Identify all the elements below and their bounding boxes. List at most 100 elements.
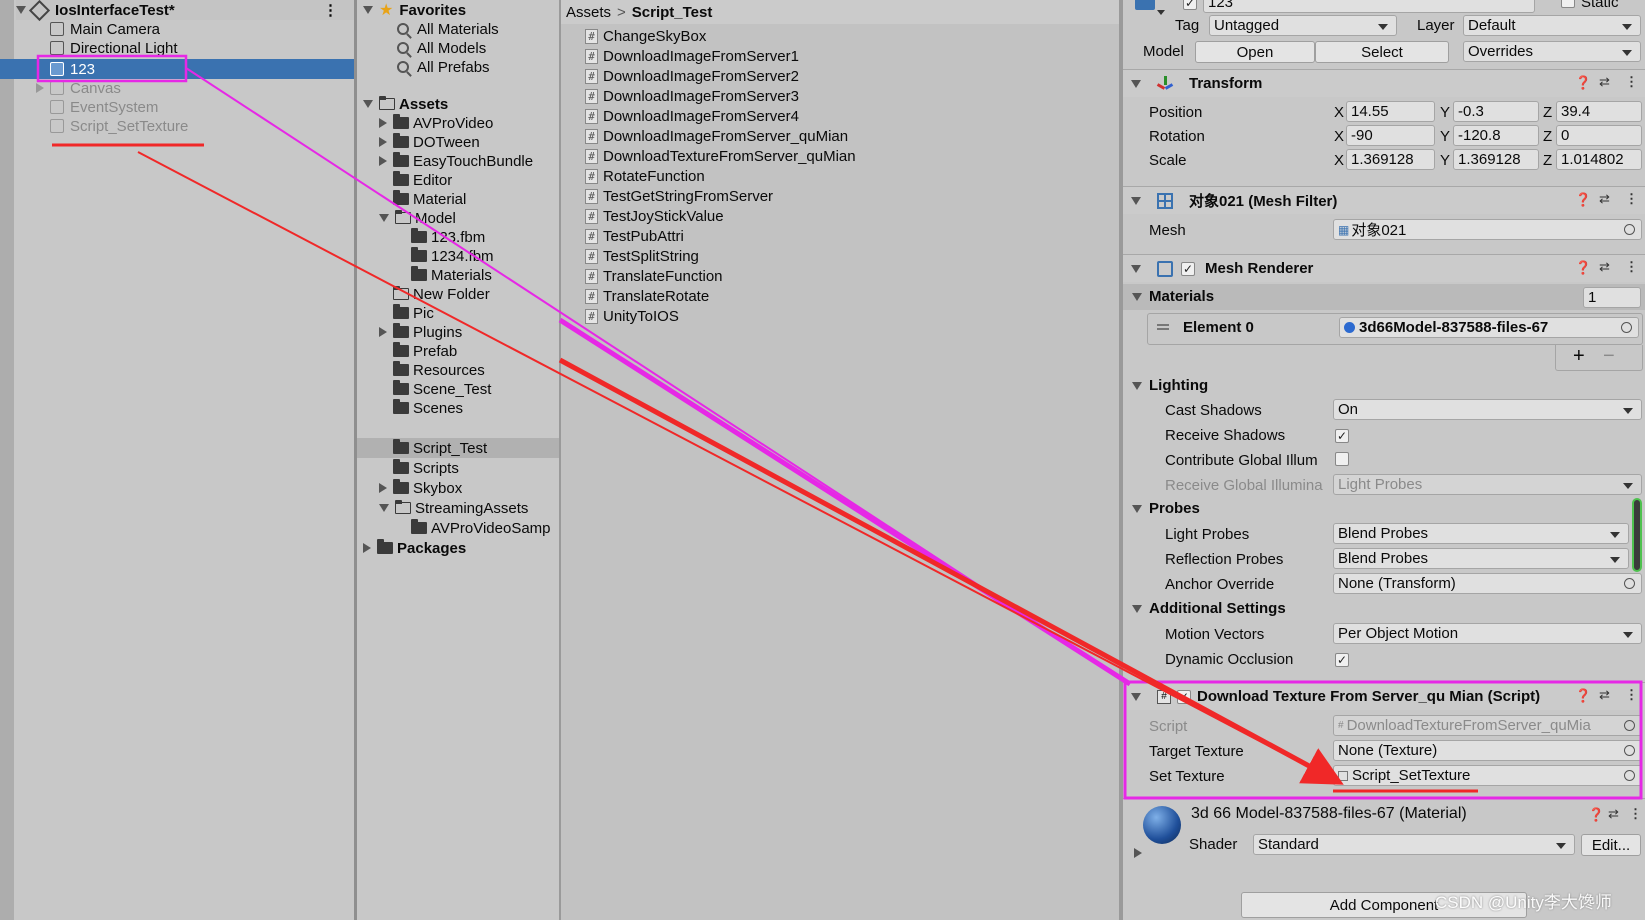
static-checkbox[interactable] bbox=[1561, 0, 1575, 12]
reflection-probes-dropdown[interactable]: Blend Probes bbox=[1333, 548, 1629, 569]
hierarchy-item-script-settexture[interactable]: Script_SetTexture bbox=[50, 116, 188, 136]
edit-shader-button[interactable]: Edit... bbox=[1581, 834, 1641, 856]
folder-model[interactable]: Model bbox=[363, 208, 456, 228]
axis-y-label[interactable]: Y bbox=[1440, 152, 1450, 169]
shader-dropdown[interactable]: Standard bbox=[1253, 834, 1575, 855]
axis-z-label[interactable]: Z bbox=[1543, 152, 1552, 169]
hierarchy-item-canvas[interactable]: Canvas bbox=[36, 78, 121, 98]
element-0-object-field[interactable]: 3d66Model-837588-files-67 bbox=[1339, 317, 1639, 338]
open-button[interactable]: Open bbox=[1195, 41, 1315, 63]
expand-arrow-icon[interactable] bbox=[363, 100, 373, 108]
set-texture-field[interactable]: Script_SetTexture bbox=[1333, 765, 1642, 786]
kebab-menu-icon[interactable]: ⋮ bbox=[1625, 687, 1638, 703]
expand-arrow-icon[interactable] bbox=[379, 118, 387, 128]
presets-icon[interactable]: ⇄ bbox=[1599, 687, 1610, 703]
cast-shadows-dropdown[interactable]: On bbox=[1333, 399, 1642, 420]
remove-element-button[interactable]: − bbox=[1603, 345, 1615, 368]
kebab-menu-icon[interactable]: ⋮ bbox=[323, 1, 338, 19]
scene-header-row[interactable]: IosInterfaceTest* ⋮ bbox=[16, 0, 354, 21]
kebab-menu-icon[interactable]: ⋮ bbox=[1629, 806, 1642, 822]
expand-arrow-icon[interactable] bbox=[379, 137, 387, 147]
enabled-checkbox[interactable]: ✓ bbox=[1177, 689, 1191, 704]
help-icon[interactable]: ❓ bbox=[1575, 688, 1591, 704]
file-item[interactable]: # RotateFunction bbox=[585, 166, 705, 186]
folder-streamingassets[interactable]: StreamingAssets bbox=[363, 498, 528, 518]
dynamic-occlusion-checkbox[interactable]: ✓ bbox=[1335, 651, 1349, 668]
select-button[interactable]: Select bbox=[1315, 41, 1449, 63]
tag-dropdown[interactable]: Untagged bbox=[1209, 15, 1397, 36]
folder-new-folder[interactable]: New Folder bbox=[392, 284, 490, 304]
scale-x-field[interactable]: 1.369128 bbox=[1346, 149, 1435, 170]
foldout-arrow-icon[interactable] bbox=[1131, 196, 1141, 205]
foldout-arrow-icon[interactable] bbox=[1132, 605, 1142, 613]
folder-resources[interactable]: Resources bbox=[393, 360, 485, 380]
folder-scene-test[interactable]: Scene_Test bbox=[393, 379, 491, 399]
help-icon[interactable]: ❓ bbox=[1588, 807, 1604, 823]
kebab-menu-icon[interactable]: ⋮ bbox=[1625, 191, 1638, 207]
packages-root[interactable]: Packages bbox=[363, 538, 466, 558]
folder-editor[interactable]: Editor bbox=[393, 170, 452, 190]
hierarchy-item-123[interactable]: 123 bbox=[50, 59, 95, 79]
file-item[interactable]: # DownloadImageFromServer_quMian bbox=[585, 126, 848, 146]
foldout-arrow-icon[interactable] bbox=[1132, 505, 1142, 513]
foldout-arrow-icon[interactable] bbox=[1132, 293, 1142, 301]
transform-header[interactable]: Transform bbox=[1123, 69, 1645, 97]
mesh-renderer-header[interactable]: ✓ Mesh Renderer bbox=[1123, 254, 1645, 282]
presets-icon[interactable]: ⇄ bbox=[1599, 74, 1610, 90]
foldout-arrow-icon[interactable] bbox=[1131, 264, 1141, 273]
materials-count-field[interactable]: 1 bbox=[1583, 287, 1641, 308]
foldout-arrow-icon[interactable] bbox=[1131, 692, 1141, 701]
hierarchy-item-main-camera[interactable]: Main Camera bbox=[50, 19, 160, 39]
light-probes-dropdown[interactable]: Blend Probes bbox=[1333, 523, 1629, 544]
help-icon[interactable]: ❓ bbox=[1575, 75, 1591, 91]
file-item[interactable]: # TestJoyStickValue bbox=[585, 206, 724, 226]
expand-arrow-icon[interactable] bbox=[363, 543, 371, 553]
expand-arrow-icon[interactable] bbox=[379, 156, 387, 166]
folder-script-test[interactable]: Script_Test bbox=[393, 438, 487, 458]
folder-skybox[interactable]: Skybox bbox=[363, 478, 462, 498]
enabled-checkbox[interactable]: ✓ bbox=[1181, 261, 1195, 276]
axis-x-label[interactable]: X bbox=[1334, 128, 1344, 145]
file-item[interactable]: # TestSplitString bbox=[585, 246, 699, 266]
axis-x-label[interactable]: X bbox=[1334, 152, 1344, 169]
hierarchy-item-eventsystem[interactable]: EventSystem bbox=[50, 97, 158, 117]
file-item[interactable]: # DownloadImageFromServer4 bbox=[585, 106, 799, 126]
folder-123-fbm[interactable]: 123.fbm bbox=[411, 227, 485, 247]
help-icon[interactable]: ❓ bbox=[1575, 192, 1591, 208]
folder-prefab[interactable]: Prefab bbox=[393, 341, 457, 361]
favorites-header[interactable]: ★ Favorites bbox=[363, 0, 466, 20]
position-y-field[interactable]: -0.3 bbox=[1453, 101, 1539, 122]
overrides-dropdown[interactable]: Overrides bbox=[1463, 41, 1641, 62]
axis-z-label[interactable]: Z bbox=[1543, 104, 1552, 121]
axis-x-label[interactable]: X bbox=[1334, 104, 1344, 121]
active-checkbox[interactable]: ✓ bbox=[1183, 0, 1197, 11]
foldout-arrow-icon[interactable] bbox=[1132, 382, 1142, 390]
mesh-object-field[interactable]: ▦ 对象021 bbox=[1333, 219, 1642, 240]
file-item[interactable]: # UnityToIOS bbox=[585, 306, 679, 326]
receive-shadows-checkbox[interactable]: ✓ bbox=[1335, 427, 1349, 444]
target-texture-field[interactable]: None (Texture) bbox=[1333, 740, 1642, 761]
favorite-item-all-prefabs[interactable]: All Prefabs bbox=[397, 57, 490, 77]
scale-z-field[interactable]: 1.014802 bbox=[1556, 149, 1642, 170]
expand-arrow-icon[interactable] bbox=[379, 504, 389, 512]
hierarchy-item-directional-light[interactable]: Directional Light bbox=[50, 38, 178, 58]
expand-arrow-icon[interactable] bbox=[36, 83, 44, 93]
presets-icon[interactable]: ⇄ bbox=[1608, 806, 1619, 822]
folder-plugins[interactable]: Plugins bbox=[363, 322, 462, 342]
breadcrumb-current[interactable]: Script_Test bbox=[632, 4, 713, 21]
expand-arrow-icon[interactable] bbox=[363, 6, 373, 14]
presets-icon[interactable]: ⇄ bbox=[1599, 259, 1610, 275]
folder-dotween[interactable]: DOTween bbox=[363, 132, 480, 152]
breadcrumb-root[interactable]: Assets bbox=[566, 4, 611, 21]
folder-easytouchbundle[interactable]: EasyTouchBundle bbox=[363, 151, 533, 171]
presets-icon[interactable]: ⇄ bbox=[1599, 191, 1610, 207]
folder-1234-fbm[interactable]: 1234.fbm bbox=[411, 246, 494, 266]
folder-material[interactable]: Material bbox=[393, 189, 466, 209]
file-item[interactable]: # DownloadTextureFromServer_quMian bbox=[585, 146, 856, 166]
rotation-x-field[interactable]: -90 bbox=[1346, 125, 1435, 146]
folder-scenes[interactable]: Scenes bbox=[393, 398, 463, 418]
contribute-gi-checkbox[interactable] bbox=[1335, 452, 1349, 470]
folder-avprovideosamp[interactable]: AVProVideoSamp bbox=[411, 518, 551, 538]
expand-arrow-icon[interactable] bbox=[379, 327, 387, 337]
scale-y-field[interactable]: 1.369128 bbox=[1453, 149, 1539, 170]
